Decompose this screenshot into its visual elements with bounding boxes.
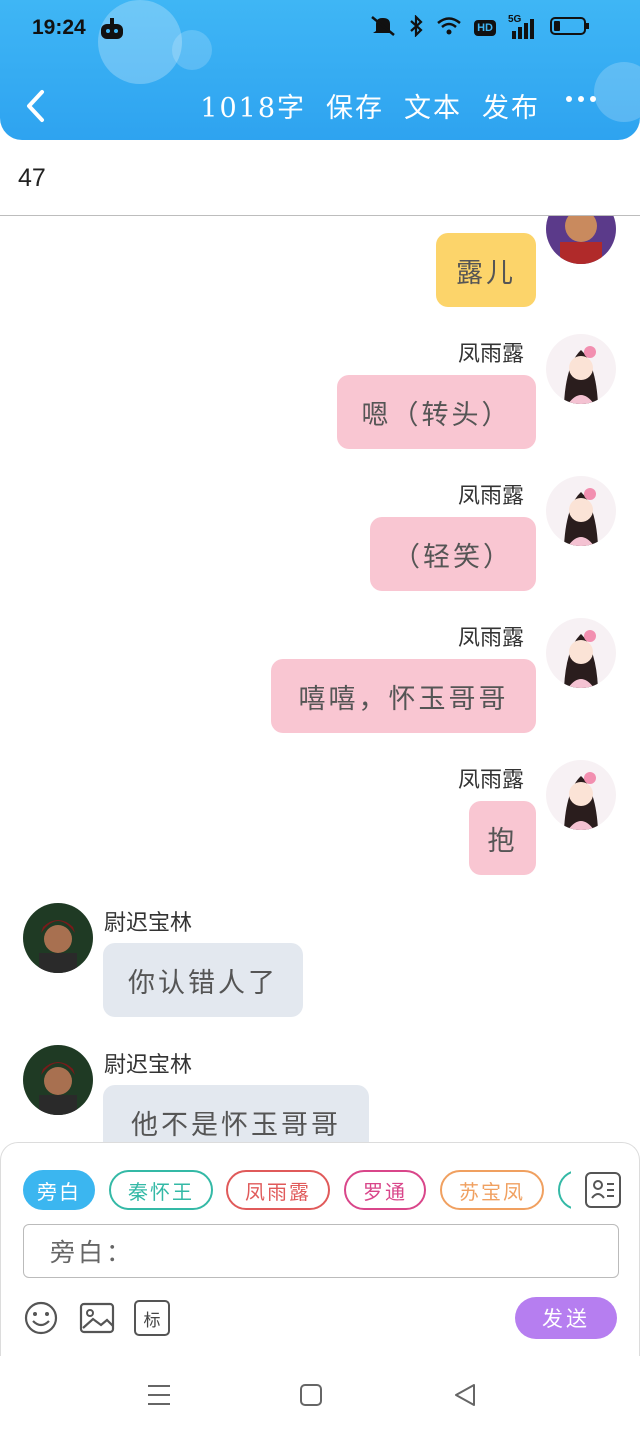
role-chip-partial[interactable] — [558, 1170, 571, 1210]
app-notification-icon — [100, 18, 124, 40]
yuchi-baolin-avatar[interactable] — [23, 903, 93, 973]
tag-button[interactable]: 标 — [134, 1300, 170, 1336]
role-selector[interactable]: 旁白 秦怀王 凤雨露 罗通 苏宝凤 — [23, 1170, 571, 1212]
sender-name: 凤雨露 — [458, 342, 525, 367]
role-label: 旁白 — [37, 1179, 81, 1204]
message-bubble[interactable]: 露儿 — [436, 233, 536, 307]
bluetooth-icon — [408, 14, 424, 41]
status-icons: HD 5G — [370, 14, 590, 41]
message-text: 抱 — [487, 825, 518, 857]
tag-label: 标 — [143, 1310, 161, 1331]
contact-list-icon[interactable] — [585, 1172, 621, 1208]
message-bubble[interactable]: 你认错人了 — [103, 943, 303, 1017]
menu-icon[interactable] — [144, 1380, 174, 1410]
publish-button[interactable]: 发布 — [482, 86, 540, 125]
feng-yulu-avatar[interactable] — [546, 760, 616, 830]
chevron-left-icon[interactable] — [20, 86, 54, 126]
feng-yulu-avatar[interactable] — [546, 618, 616, 688]
back-triangle-icon[interactable] — [450, 1380, 480, 1410]
feng-yulu-avatar[interactable] — [546, 476, 616, 546]
role-chip[interactable]: 凤雨露 — [226, 1170, 330, 1210]
role-label: 罗通 — [363, 1179, 407, 1204]
5g-signal-icon: 5G — [508, 14, 538, 39]
message-text: （轻笑） — [393, 541, 513, 573]
top-toolbar: 1018字 保存 文本 发布 — [0, 78, 640, 134]
role-chip[interactable]: 罗通 — [344, 1170, 426, 1210]
role-label: 秦怀王 — [128, 1179, 194, 1204]
battery-icon — [550, 15, 590, 41]
sender-name: 凤雨露 — [458, 768, 525, 793]
role-chip-narrator[interactable]: 旁白 — [23, 1170, 95, 1210]
message-bubble[interactable]: 嘻嘻，怀玉哥哥 — [271, 659, 536, 733]
emoji-icon[interactable] — [23, 1300, 59, 1336]
yuchi-baolin-avatar[interactable] — [23, 1045, 93, 1115]
scene-count: 47 — [18, 164, 46, 192]
compose-panel: 旁白 秦怀王 凤雨露 罗通 苏宝凤 旁白： 标 发送 — [0, 1142, 640, 1356]
message-bubble[interactable]: 嗯（转头） — [337, 375, 536, 449]
sender-name: 凤雨露 — [458, 484, 525, 509]
role-chip[interactable]: 秦怀王 — [109, 1170, 213, 1210]
system-navigation-bar — [0, 1356, 640, 1433]
sender-name: 尉迟宝林 — [104, 911, 193, 936]
message-bubble[interactable]: 抱 — [469, 801, 536, 875]
feng-yulu-avatar[interactable] — [546, 334, 616, 404]
hd-icon: HD — [474, 20, 496, 36]
message-text: 嘻嘻，怀玉哥哥 — [298, 683, 509, 715]
message-bubble[interactable]: 他不是怀玉哥哥 — [103, 1085, 369, 1142]
message-text: 嗯（转头） — [361, 399, 512, 431]
sender-name: 凤雨露 — [458, 626, 525, 651]
message-text: 你认错人了 — [128, 967, 278, 999]
sender-name: 尉迟宝林 — [104, 1053, 193, 1078]
mute-icon — [370, 15, 396, 41]
input-value: 旁白： — [50, 1238, 135, 1267]
qin-huaiyu-avatar[interactable] — [546, 216, 616, 264]
toolbar-actions: 1018字 保存 文本 发布 — [200, 86, 540, 125]
save-button[interactable]: 保存 — [326, 86, 384, 125]
text-button[interactable]: 文本 — [404, 86, 462, 125]
word-count: 1018字 — [200, 93, 306, 124]
app-header: 19:24 HD 5G 1018字 保存 文本 发布 — [0, 0, 640, 140]
send-button[interactable]: 发送 — [515, 1297, 617, 1339]
message-bubble[interactable]: （轻笑） — [370, 517, 536, 591]
chat-area[interactable]: 露儿 凤雨露 嗯（转头） 凤雨露 （轻笑） 凤雨露 嘻嘻，怀玉哥哥 凤雨露 抱 … — [0, 216, 640, 1142]
wifi-icon — [436, 16, 462, 40]
home-icon[interactable] — [296, 1380, 326, 1410]
status-bar: 19:24 HD 5G — [0, 0, 640, 58]
role-chip[interactable]: 苏宝凤 — [440, 1170, 544, 1210]
message-text: 他不是怀玉哥哥 — [131, 1109, 341, 1141]
status-time: 19:24 — [32, 16, 86, 39]
message-text: 露儿 — [456, 257, 516, 289]
send-label: 发送 — [542, 1307, 590, 1331]
role-label: 苏宝凤 — [459, 1179, 525, 1204]
message-input[interactable]: 旁白： — [23, 1224, 619, 1278]
image-icon[interactable] — [79, 1300, 115, 1336]
more-dots-icon[interactable] — [566, 96, 596, 102]
scene-bar: 47 — [0, 140, 640, 216]
role-label: 凤雨露 — [245, 1179, 311, 1204]
